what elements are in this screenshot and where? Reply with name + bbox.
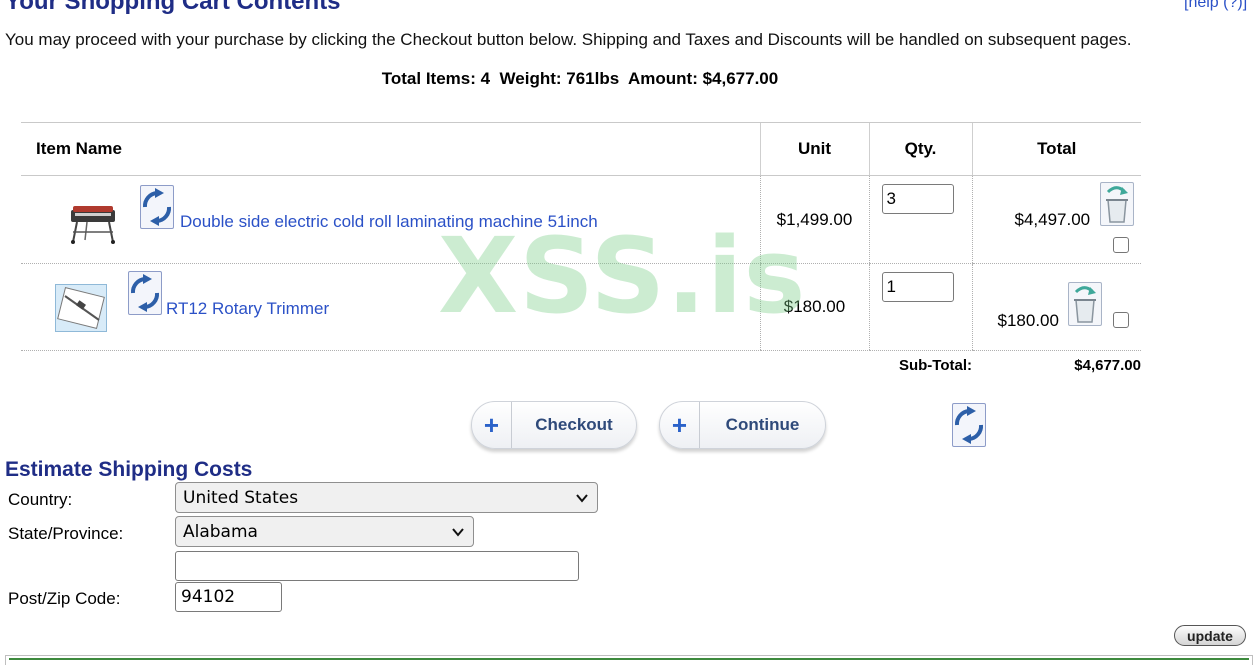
item-link[interactable]: RT12 Rotary Trimmer <box>166 299 329 319</box>
cart-summary: Total Items: 4 Weight: 761lbs Amount: $4… <box>381 69 779 88</box>
bottom-panel <box>5 655 1253 665</box>
country-select[interactable]: United States <box>175 482 598 513</box>
chevron-down-icon <box>452 528 464 537</box>
country-label: Country: <box>8 490 73 509</box>
cart-table: Item Name Unit Qty. Total Double side el… <box>21 122 1141 381</box>
total-cell: $180.00 <box>971 263 1141 351</box>
refresh-icon[interactable] <box>128 271 162 315</box>
remove-checkbox[interactable] <box>1112 237 1129 253</box>
column-total: Total <box>971 122 1141 176</box>
item-name-cell: Double side electric cold roll laminatin… <box>21 175 760 264</box>
column-qty: Qty. <box>868 122 972 176</box>
country-value: United States <box>183 487 299 508</box>
total-cell: $4,497.00 <box>971 175 1141 264</box>
update-button[interactable]: update <box>1174 625 1246 646</box>
state-select[interactable]: Alabama <box>175 516 474 547</box>
column-unit: Unit <box>759 122 869 176</box>
qty-input[interactable] <box>881 272 954 302</box>
checkout-button[interactable]: + Checkout <box>471 401 637 449</box>
state-label: State/Province: <box>8 524 124 543</box>
recalculate-icon[interactable] <box>952 403 986 447</box>
shipping-title: Estimate Shipping Costs <box>5 458 253 481</box>
qty-input[interactable] <box>881 184 954 214</box>
continue-button[interactable]: + Continue <box>659 401 826 449</box>
unit-price: $1,499.00 <box>759 175 869 264</box>
table-row: RT12 Rotary Trimmer $180.00 $180.00 <box>21 263 1141 351</box>
unit-price: $180.00 <box>759 263 869 351</box>
item-name-cell: RT12 Rotary Trimmer <box>21 263 760 351</box>
rotary-trimmer-icon[interactable] <box>55 284 107 332</box>
intro-text: You may proceed with your purchase by cl… <box>5 30 1132 49</box>
page-title: Your Shopping Cart Contents <box>5 0 341 15</box>
line-total: $4,497.00 <box>1014 210 1091 229</box>
laminating-machine-icon[interactable] <box>67 196 119 246</box>
trash-icon[interactable] <box>1067 282 1102 326</box>
column-item-name: Item Name <box>21 122 760 176</box>
zip-label: Post/Zip Code: <box>8 589 121 608</box>
refresh-icon[interactable] <box>140 185 174 229</box>
item-link[interactable]: Double side electric cold roll laminatin… <box>180 212 598 232</box>
qty-cell <box>868 263 972 351</box>
subtotal-value: $4,677.00 <box>1074 357 1141 375</box>
qty-cell <box>868 175 972 264</box>
subtotal-label: Sub-Total: <box>898 357 972 375</box>
cart-header-row: Item Name Unit Qty. Total <box>21 122 1141 176</box>
checkout-label: Checkout <box>535 415 613 434</box>
state-value: Alabama <box>183 521 258 542</box>
zip-input[interactable] <box>175 582 282 612</box>
state-text-input[interactable] <box>175 551 579 581</box>
line-total: $180.00 <box>997 311 1059 330</box>
remove-checkbox[interactable] <box>1112 312 1129 328</box>
plus-icon: + <box>472 402 512 448</box>
subtotal-row: Sub-Total: $4,677.00 <box>21 351 1141 381</box>
trash-icon[interactable] <box>1099 182 1134 226</box>
table-row: Double side electric cold roll laminatin… <box>21 175 1141 264</box>
help-link[interactable]: [help (?)] <box>1184 0 1247 12</box>
plus-icon: + <box>660 402 700 448</box>
continue-label: Continue <box>725 415 800 434</box>
chevron-down-icon <box>576 494 588 503</box>
